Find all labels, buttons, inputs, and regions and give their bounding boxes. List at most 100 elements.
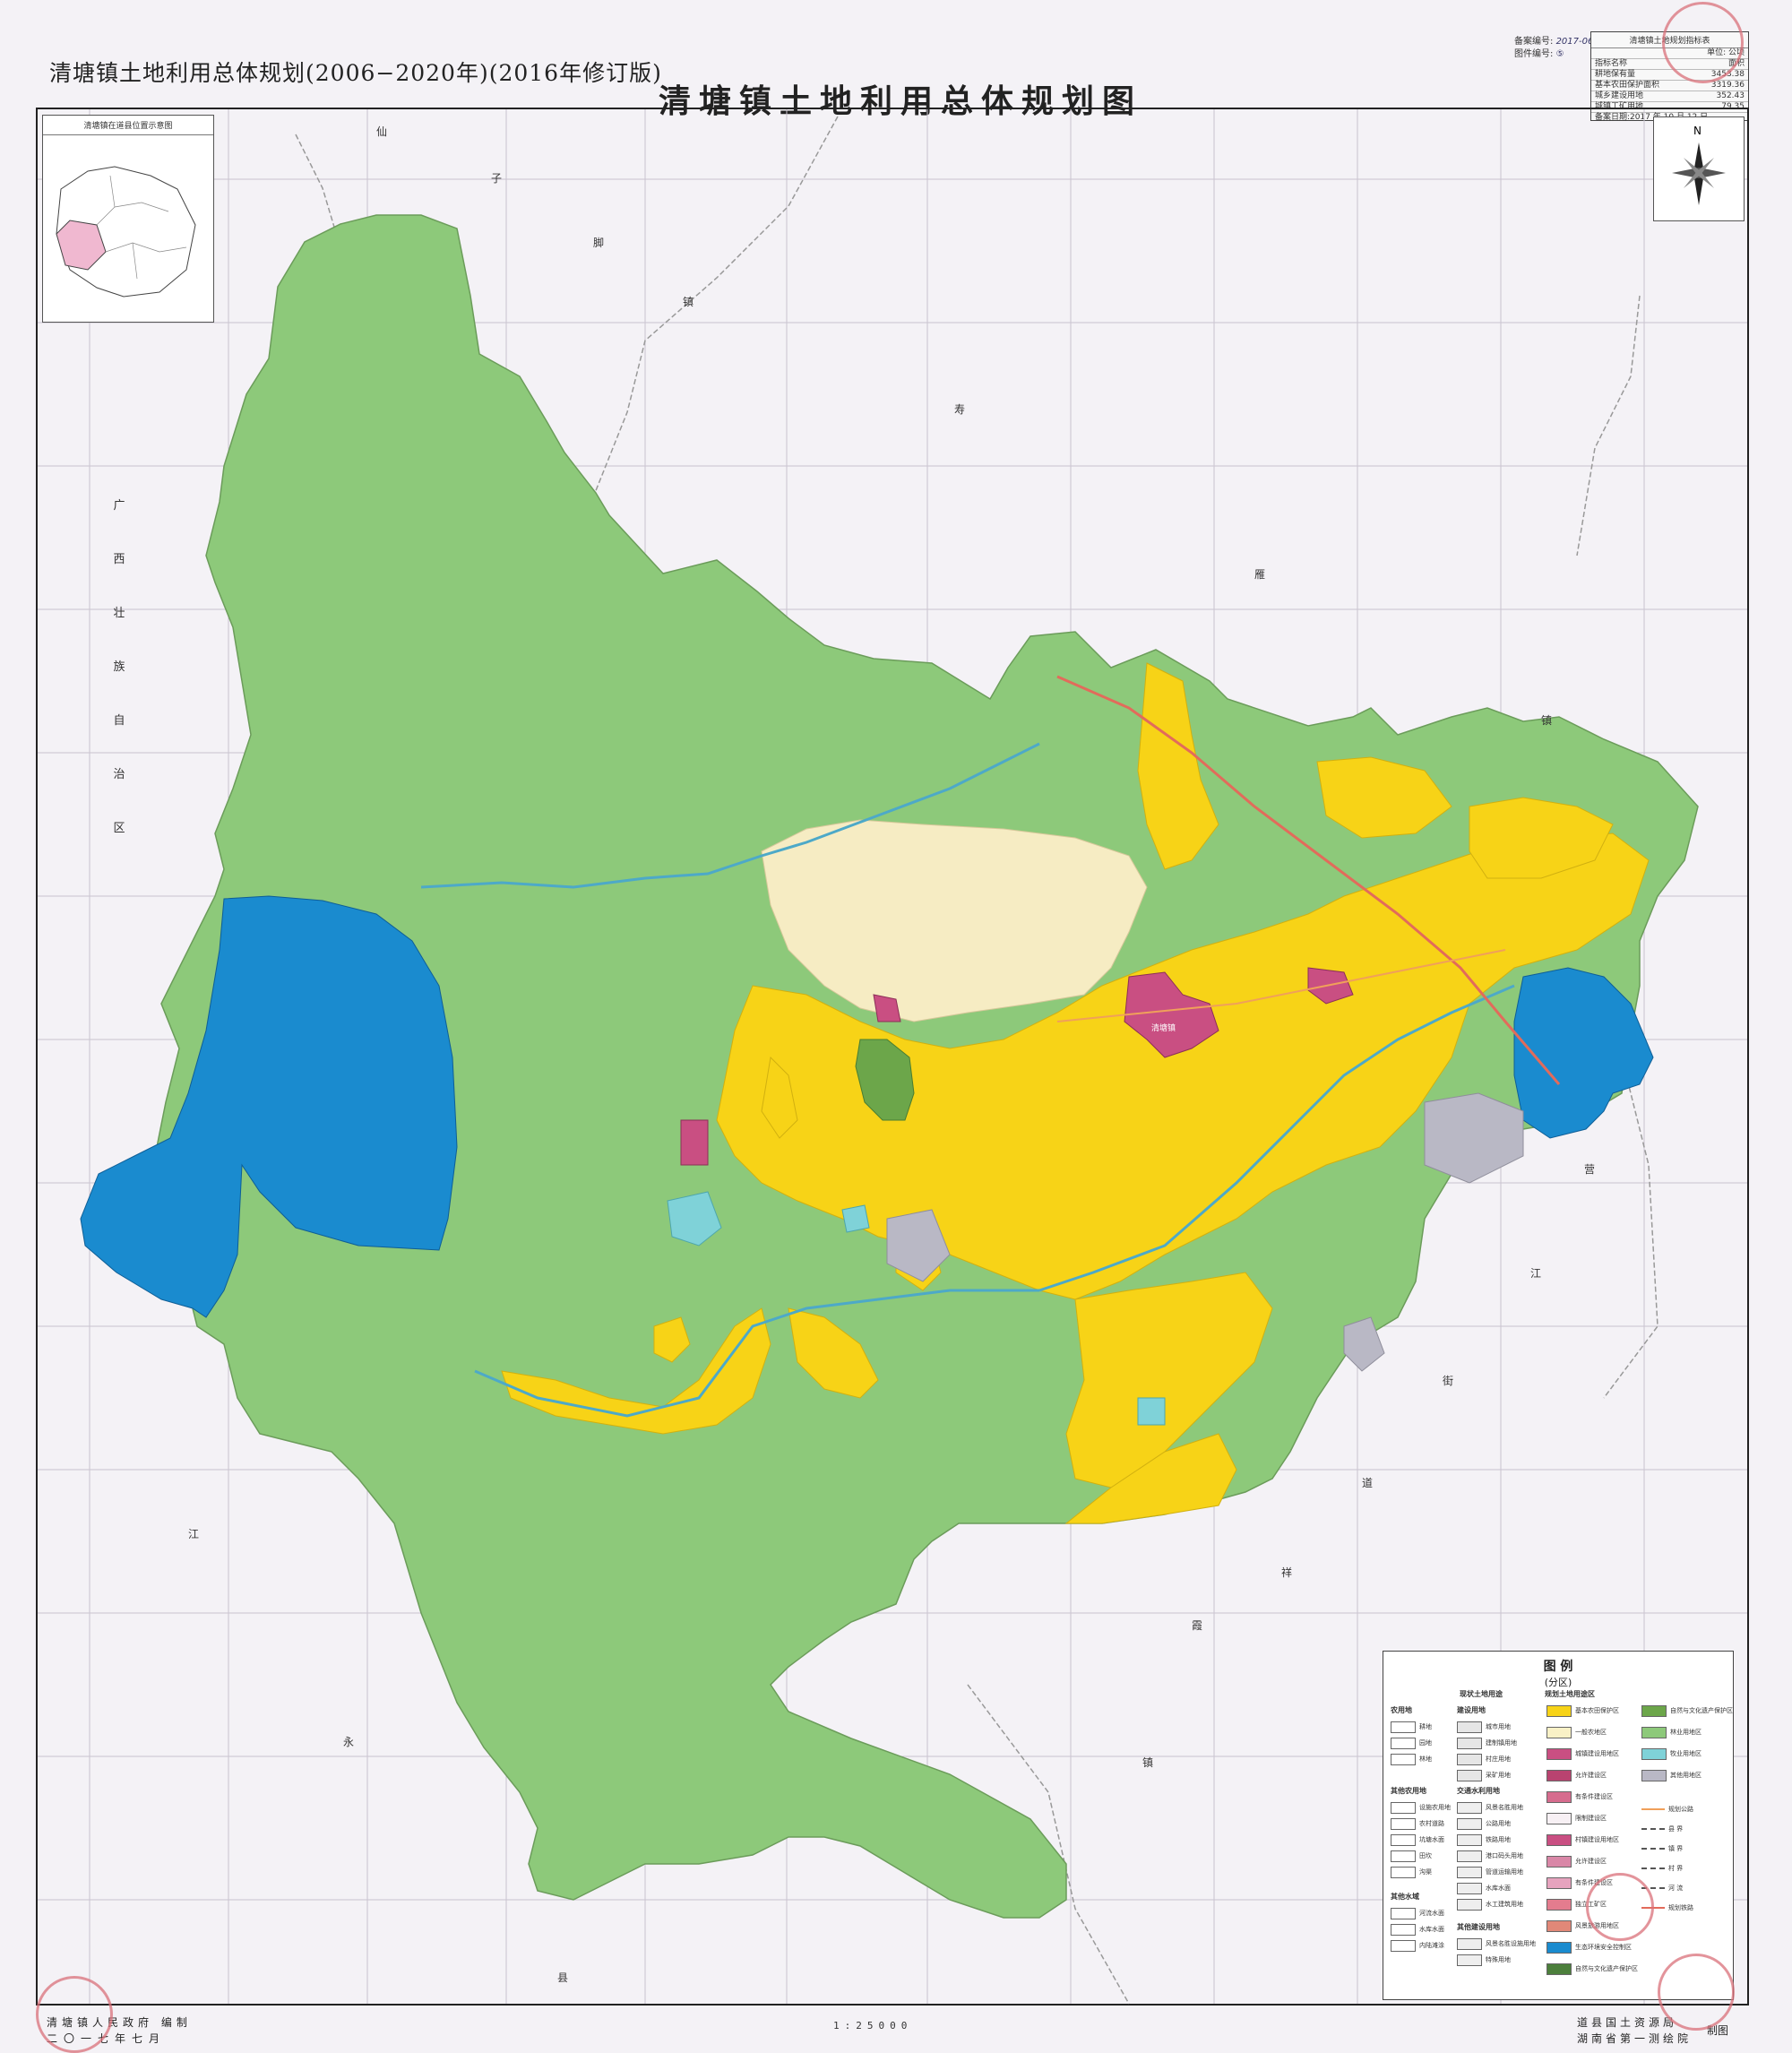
location-inset: 清塘镇在道县位置示意图	[42, 115, 214, 323]
place-label: 祥	[1281, 1566, 1293, 1579]
legend-item: 河流水面	[1391, 1907, 1444, 1919]
legend-label: 自然与文化遗产保护区	[1670, 1707, 1733, 1714]
legend-label: 一般农地区	[1575, 1729, 1607, 1736]
legend-swatch	[1546, 1876, 1572, 1889]
legend-swatch	[1546, 1898, 1572, 1911]
place-label: 营	[1584, 1163, 1596, 1176]
place-label: 寿	[954, 403, 966, 416]
legend-label: 牧业用地区	[1670, 1750, 1702, 1757]
legend-group: 其他农用地	[1391, 1787, 1426, 1795]
legend-item: 农村道路	[1391, 1817, 1444, 1830]
place-label: 江	[188, 1528, 200, 1540]
place-label: 雁	[1254, 568, 1266, 581]
legend-label: 规划铁路	[1668, 1904, 1693, 1911]
inset-title: 清塘镇在道县位置示意图	[43, 116, 213, 135]
town-label: 清塘镇	[1151, 1024, 1176, 1033]
legend-line-item: 镇 界	[1641, 1843, 1683, 1854]
legend-swatch	[1546, 1747, 1572, 1760]
legend-swatch	[1641, 1769, 1667, 1781]
legend-item: 水库水面	[1457, 1882, 1511, 1894]
place-label: 永	[343, 1736, 355, 1748]
legend-subtitle: (分区)	[1544, 1677, 1572, 1688]
surveyor-credit: 湖南省第一测绘院	[1577, 2032, 1693, 2045]
legend-swatch	[1546, 1941, 1572, 1954]
legend-item: 生态环境安全控制区	[1546, 1941, 1632, 1954]
legend-item: 林地	[1391, 1753, 1432, 1765]
legend-item: 建制镇用地	[1457, 1737, 1517, 1749]
legend-item: 林业用地区	[1641, 1726, 1702, 1738]
legend-swatch	[1546, 1919, 1572, 1932]
legend-item: 自然与文化遗产保护区	[1641, 1704, 1733, 1717]
legend-group: 其他水域	[1391, 1893, 1419, 1901]
legend-item: 设施农用地	[1391, 1801, 1451, 1814]
legend-swatch	[1546, 1812, 1572, 1824]
place-label: 脚	[593, 237, 605, 249]
legend-item: 其他用地区	[1641, 1769, 1702, 1781]
legend-heading: 现状土地用途	[1460, 1690, 1503, 1698]
editor-seal-stamp	[36, 1976, 113, 2053]
legend-item: 水工建筑用地	[1457, 1898, 1523, 1911]
legend-item: 港口码头用地	[1457, 1850, 1523, 1862]
legend-heading: 规划土地用途区	[1545, 1690, 1595, 1698]
place-label: 霞	[1192, 1619, 1203, 1632]
legend-item: 限制建设区	[1546, 1812, 1607, 1824]
legend-item: 允许建设区	[1546, 1855, 1607, 1868]
legend-item: 村镇建设用地区	[1546, 1833, 1619, 1846]
legend-item: 有条件建设区	[1546, 1790, 1613, 1803]
legend-line-item: 规划公路	[1641, 1804, 1693, 1815]
legend-item: 田坎	[1391, 1850, 1432, 1862]
legend-item: 城镇建设用地区	[1546, 1747, 1619, 1760]
legend-label: 镇 界	[1668, 1845, 1684, 1852]
legend-line-symbol	[1641, 1828, 1665, 1830]
legend-group: 交通水利用地	[1457, 1787, 1500, 1795]
place-label: 仙	[376, 125, 388, 138]
legend-label: 基本农田保护区	[1575, 1707, 1619, 1714]
legend-label: 规划公路	[1668, 1806, 1693, 1813]
legend-label: 县 界	[1668, 1825, 1684, 1833]
place-label: 道	[1362, 1477, 1374, 1489]
legend-label: 村 界	[1668, 1865, 1684, 1872]
legend-item: 基本农田保护区	[1546, 1704, 1619, 1717]
legend-swatch	[1546, 1962, 1572, 1975]
legend-swatch	[1641, 1747, 1667, 1760]
place-label: 县	[557, 1971, 569, 1984]
place-label: 街	[1443, 1375, 1454, 1387]
legend-line-symbol	[1641, 1848, 1665, 1850]
legend-label: 自然与文化遗产保护区	[1575, 1965, 1638, 1972]
legend-label: 河 流	[1668, 1885, 1684, 1892]
legend-item: 坑塘水面	[1391, 1833, 1444, 1846]
legend-item: 内陆滩涂	[1391, 1939, 1444, 1952]
legend-item: 采矿用地	[1457, 1769, 1511, 1781]
place-label: 江	[1530, 1267, 1542, 1280]
place-label: 镇	[1142, 1756, 1154, 1769]
legend-item: 园地	[1391, 1737, 1432, 1749]
legend-swatch	[1641, 1726, 1667, 1738]
north-arrow: N	[1653, 116, 1745, 221]
legend-line-item: 县 界	[1641, 1824, 1683, 1834]
place-label: 镇	[1541, 714, 1553, 727]
legend-item: 村庄用地	[1457, 1753, 1511, 1765]
legend-swatch	[1546, 1704, 1572, 1717]
producer-seal-stamp	[1658, 1954, 1735, 2031]
legend-line-symbol	[1641, 1868, 1665, 1869]
legend-seal-stamp	[1586, 1873, 1654, 1941]
inset-map	[56, 166, 196, 298]
legend-swatch	[1546, 1833, 1572, 1846]
legend-label: 村镇建设用地区	[1575, 1836, 1619, 1843]
legend-item: 特殊用地	[1457, 1954, 1511, 1966]
legend-item: 风景名胜用地	[1457, 1801, 1523, 1814]
legend-item: 耕地	[1391, 1721, 1432, 1733]
legend-group: 建设用地	[1457, 1706, 1486, 1714]
legend-item: 水库水面	[1391, 1923, 1444, 1936]
legend-item: 牧业用地区	[1641, 1747, 1702, 1760]
legend-label: 有条件建设区	[1575, 1793, 1613, 1800]
legend-label: 生态环境安全控制区	[1575, 1944, 1632, 1951]
north-label: N	[1693, 125, 1702, 137]
legend-label: 城镇建设用地区	[1575, 1750, 1619, 1757]
legend-group: 农用地	[1391, 1706, 1412, 1714]
producer-credit: 道县国土资源局	[1577, 2016, 1678, 2029]
legend-item: 管道运输用地	[1457, 1866, 1523, 1878]
legend-item: 公路用地	[1457, 1817, 1511, 1830]
legend-group: 其他建设用地	[1457, 1923, 1500, 1931]
legend-item: 风景名胜设施用地	[1457, 1937, 1536, 1950]
